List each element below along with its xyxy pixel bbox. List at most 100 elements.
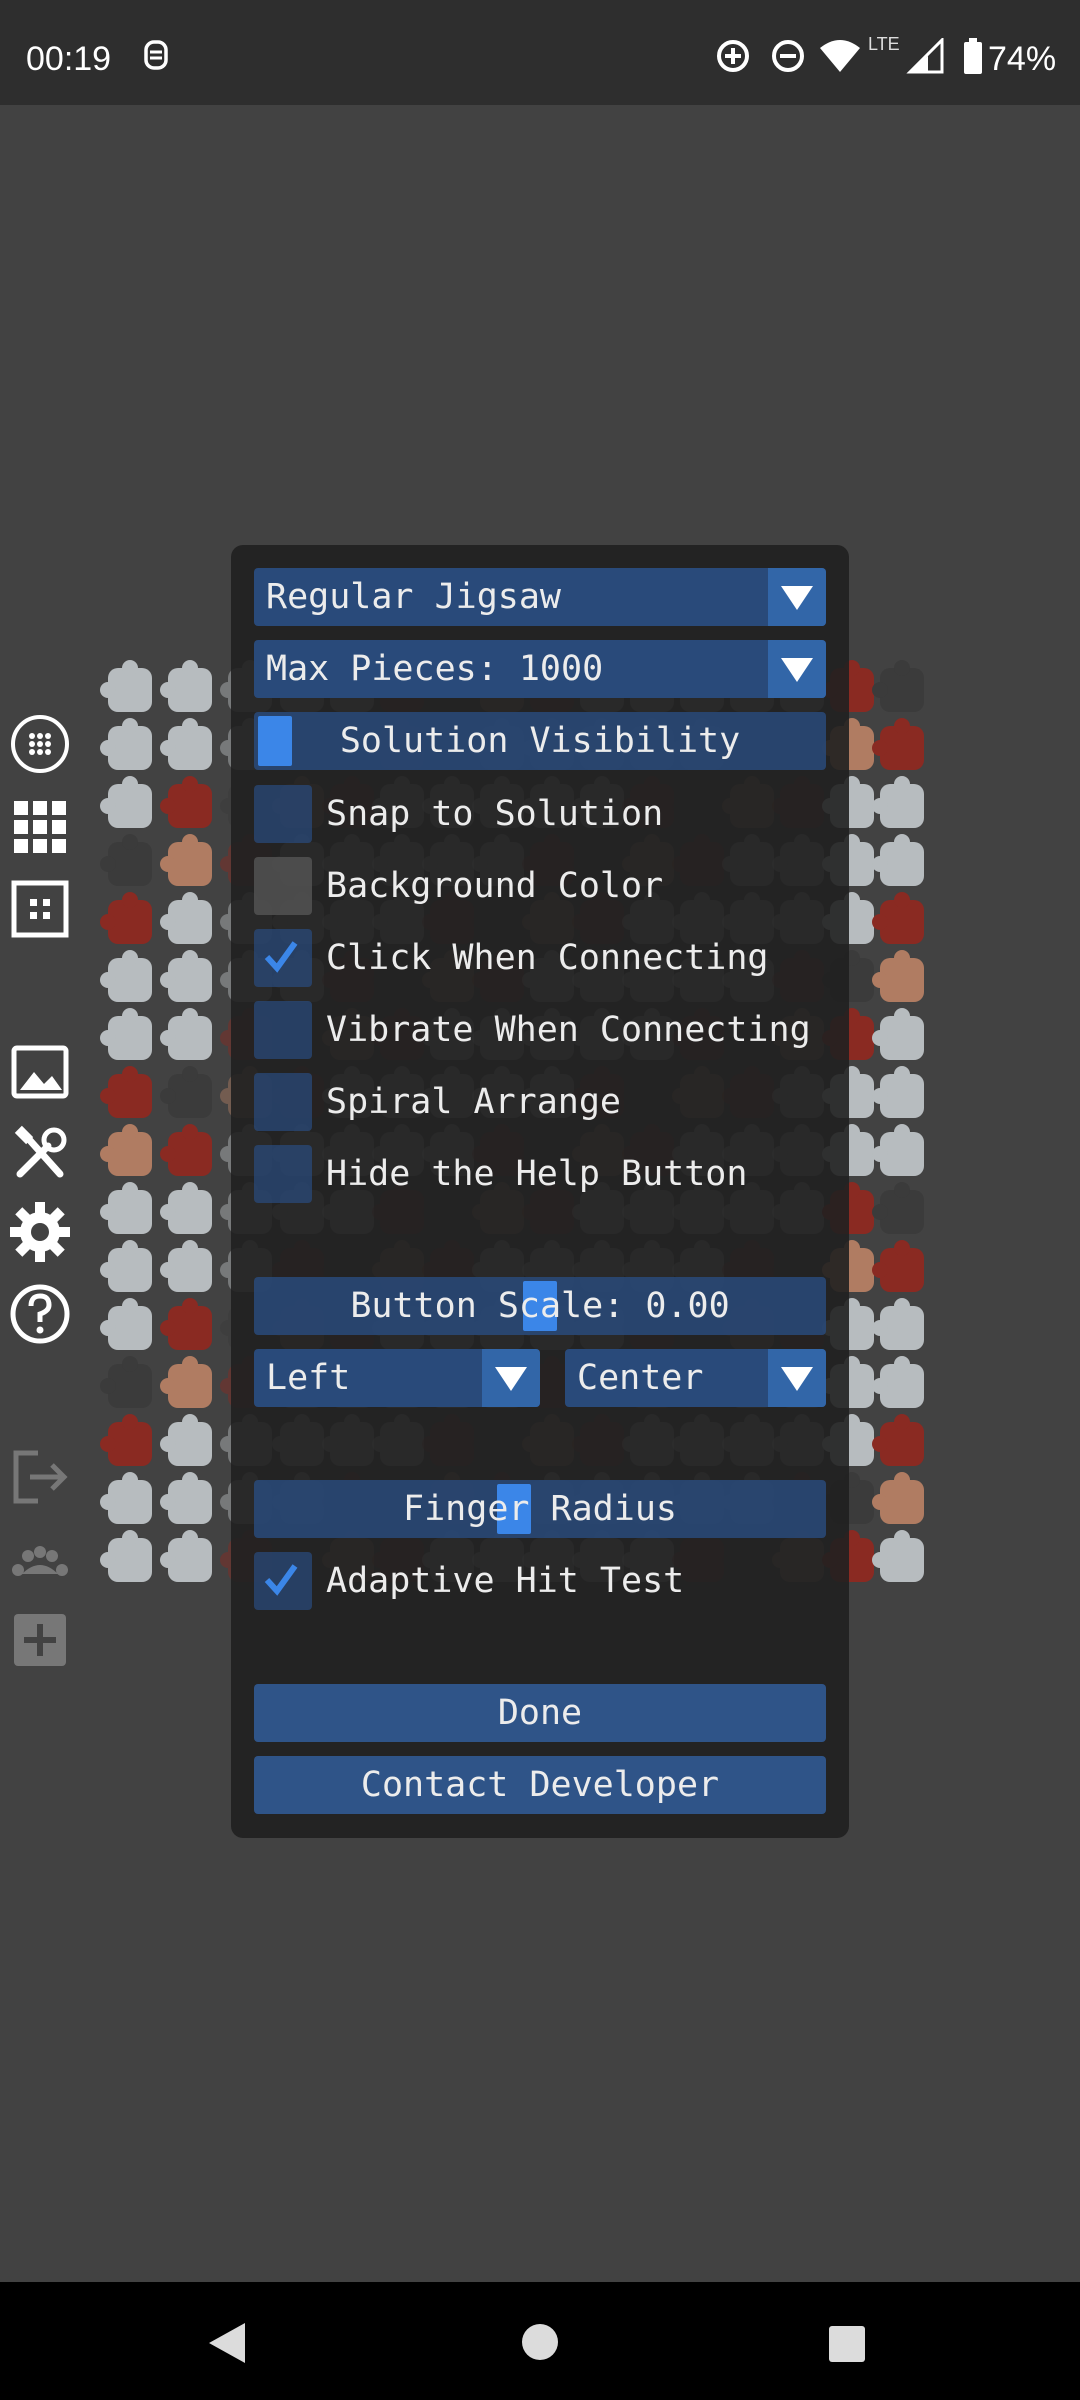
option-checkbox[interactable]: Vibrate When Connecting	[254, 1001, 826, 1059]
finger-radius-label: Finger Radius	[403, 1489, 677, 1529]
puzzle-piece[interactable]	[160, 1298, 212, 1350]
checkbox[interactable]	[254, 1073, 312, 1131]
puzzle-piece[interactable]	[872, 1182, 924, 1234]
puzzle-piece[interactable]	[872, 776, 924, 828]
puzzle-piece[interactable]	[160, 1530, 212, 1582]
grid-icon[interactable]	[8, 795, 72, 859]
puzzle-piece[interactable]	[100, 1414, 152, 1466]
done-button[interactable]: Done	[254, 1684, 826, 1742]
add-icon[interactable]	[8, 1608, 72, 1672]
puzzle-piece[interactable]	[872, 1124, 924, 1176]
puzzle-piece[interactable]	[100, 1356, 152, 1408]
puzzle-piece[interactable]	[872, 718, 924, 770]
puzzle-piece[interactable]	[100, 718, 152, 770]
puzzle-piece[interactable]	[100, 1472, 152, 1524]
option-checkbox[interactable]: Hide the Help Button	[254, 1145, 826, 1203]
recents-icon[interactable]	[827, 2324, 867, 2368]
image-icon[interactable]	[8, 1040, 72, 1104]
puzzle-piece[interactable]	[160, 1240, 212, 1292]
finger-radius-slider[interactable]: Finger Radius	[254, 1480, 826, 1538]
max-pieces-combo[interactable]: Max Pieces: 1000	[254, 640, 826, 698]
puzzle-piece[interactable]	[100, 1124, 152, 1176]
back-icon[interactable]	[205, 2319, 249, 2371]
puzzle-piece[interactable]	[160, 1414, 212, 1466]
puzzle-piece[interactable]	[100, 834, 152, 886]
puzzle-piece[interactable]	[160, 718, 212, 770]
help-icon[interactable]	[8, 1282, 72, 1346]
puzzle-piece[interactable]	[872, 1066, 924, 1118]
tools-icon[interactable]	[8, 1122, 72, 1186]
option-label: Spiral Arrange	[326, 1082, 622, 1122]
dropdown-arrow-icon[interactable]	[482, 1349, 540, 1407]
scatter-icon[interactable]	[8, 712, 72, 776]
border-icon[interactable]	[8, 877, 72, 941]
max-pieces-value: Max Pieces: 1000	[266, 649, 604, 689]
puzzle-piece[interactable]	[100, 660, 152, 712]
puzzle-piece[interactable]	[872, 1356, 924, 1408]
puzzle-type-value: Regular Jigsaw	[266, 577, 562, 617]
option-checkbox[interactable]: Snap to Solution	[254, 785, 826, 843]
puzzle-piece[interactable]	[160, 1124, 212, 1176]
option-label: Background Color	[326, 866, 664, 906]
puzzle-piece[interactable]	[872, 660, 924, 712]
puzzle-piece[interactable]	[872, 1414, 924, 1466]
puzzle-piece[interactable]	[160, 834, 212, 886]
puzzle-piece[interactable]	[160, 1066, 212, 1118]
puzzle-piece[interactable]	[872, 834, 924, 886]
puzzle-piece[interactable]	[872, 950, 924, 1002]
puzzle-piece[interactable]	[100, 776, 152, 828]
home-icon[interactable]	[520, 2322, 560, 2366]
checkbox[interactable]	[254, 1552, 312, 1610]
puzzle-piece[interactable]	[160, 1008, 212, 1060]
option-checkbox[interactable]: Background Color	[254, 857, 826, 915]
puzzle-piece[interactable]	[100, 1182, 152, 1234]
solution-visibility-slider[interactable]: Solution Visibility	[254, 712, 826, 770]
checkbox[interactable]	[254, 1001, 312, 1059]
dropdown-arrow-icon[interactable]	[768, 1349, 826, 1407]
puzzle-piece[interactable]	[160, 776, 212, 828]
puzzle-piece[interactable]	[160, 892, 212, 944]
navigation-bar	[0, 2282, 1080, 2400]
puzzle-type-combo[interactable]: Regular Jigsaw	[254, 568, 826, 626]
settings-dialog: Regular Jigsaw Max Pieces: 1000 Solution…	[231, 545, 849, 1838]
puzzle-piece[interactable]	[100, 1066, 152, 1118]
checkbox[interactable]	[254, 785, 312, 843]
puzzle-piece[interactable]	[100, 950, 152, 1002]
puzzle-piece[interactable]	[872, 892, 924, 944]
horizontal-align-value: Left	[266, 1358, 351, 1398]
button-scale-slider[interactable]: Button Scale: 0.00	[254, 1277, 826, 1335]
option-checkbox[interactable]: Spiral Arrange	[254, 1073, 826, 1131]
horizontal-align-combo[interactable]: Left	[254, 1349, 540, 1407]
checkbox[interactable]	[254, 1145, 312, 1203]
puzzle-piece[interactable]	[100, 892, 152, 944]
puzzle-piece[interactable]	[160, 1182, 212, 1234]
puzzle-piece[interactable]	[100, 1240, 152, 1292]
dropdown-arrow-icon[interactable]	[768, 568, 826, 626]
contact-developer-button[interactable]: Contact Developer	[254, 1756, 826, 1814]
vertical-align-combo[interactable]: Center	[565, 1349, 826, 1407]
puzzle-piece[interactable]	[100, 1008, 152, 1060]
option-label: Vibrate When Connecting	[326, 1010, 811, 1050]
exit-icon[interactable]	[8, 1445, 72, 1509]
puzzle-piece[interactable]	[872, 1530, 924, 1582]
puzzle-piece[interactable]	[100, 1298, 152, 1350]
dropdown-arrow-icon[interactable]	[768, 640, 826, 698]
puzzle-piece[interactable]	[872, 1008, 924, 1060]
puzzle-piece[interactable]	[160, 950, 212, 1002]
adaptive-hit-test-checkbox[interactable]: Adaptive Hit Test	[254, 1552, 826, 1610]
puzzle-piece[interactable]	[160, 660, 212, 712]
puzzle-piece[interactable]	[872, 1298, 924, 1350]
puzzle-piece[interactable]	[160, 1472, 212, 1524]
palette-icon[interactable]	[8, 1530, 72, 1594]
vertical-align-value: Center	[577, 1358, 704, 1398]
solution-visibility-label: Solution Visibility	[339, 721, 741, 761]
puzzle-piece[interactable]	[872, 1472, 924, 1524]
puzzle-piece[interactable]	[872, 1240, 924, 1292]
checkbox[interactable]	[254, 929, 312, 987]
settings-icon[interactable]	[8, 1200, 72, 1264]
option-checkbox[interactable]: Click When Connecting	[254, 929, 826, 987]
puzzle-piece[interactable]	[160, 1356, 212, 1408]
puzzle-piece[interactable]	[100, 1530, 152, 1582]
checkbox[interactable]	[254, 857, 312, 915]
option-label: Snap to Solution	[326, 794, 664, 834]
